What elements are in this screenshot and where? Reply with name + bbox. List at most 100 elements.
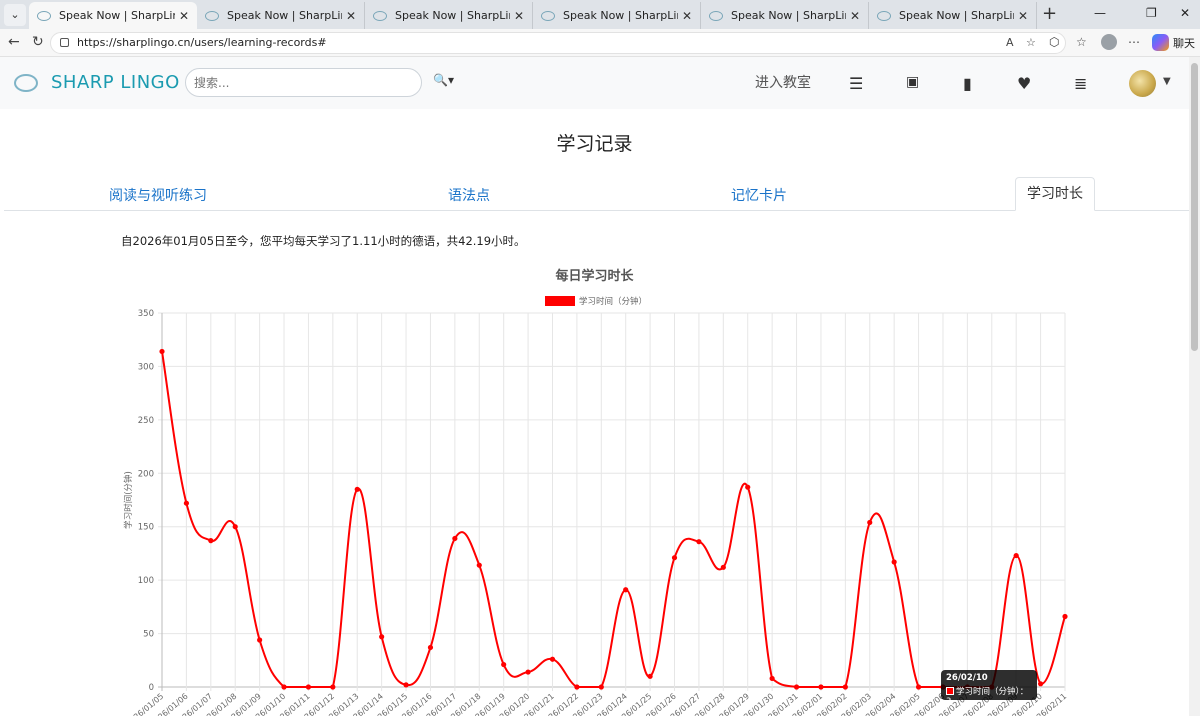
data-point[interactable] xyxy=(427,644,434,651)
search-dropdown-icon[interactable]: 🔍▾ xyxy=(433,73,454,87)
user-menu-caret-icon[interactable]: ▼ xyxy=(1163,76,1171,87)
playlist-icon[interactable]: ☰ xyxy=(849,74,863,93)
tab-actions-menu-icon[interactable]: ⌄ xyxy=(4,4,26,26)
data-point[interactable] xyxy=(525,669,531,675)
browser-tab[interactable]: Speak Now | SharpLingo✕ xyxy=(365,2,533,29)
data-point[interactable] xyxy=(623,587,629,593)
brain-favicon-icon xyxy=(373,10,387,21)
read-aloud-icon[interactable]: A xyxy=(1006,36,1014,49)
data-point[interactable] xyxy=(330,684,336,690)
address-bar[interactable]: https://sharplingo.cn/users/learning-rec… xyxy=(50,32,1066,54)
tab-flashcards[interactable]: 记忆卡片 xyxy=(731,185,787,205)
favorite-star-icon[interactable]: ☆ xyxy=(1026,36,1036,49)
close-tab-icon[interactable]: ✕ xyxy=(1014,9,1032,23)
brain-logo-icon[interactable] xyxy=(14,74,38,92)
minimize-icon[interactable]: — xyxy=(1094,6,1106,20)
data-point[interactable] xyxy=(696,539,702,545)
browser-tab[interactable]: Speak Now | SharpLingo✕ xyxy=(869,2,1037,29)
refresh-icon[interactable]: ↻ xyxy=(32,34,44,50)
brain-favicon-icon xyxy=(541,10,555,21)
data-point[interactable] xyxy=(549,656,556,662)
browser-tab-strip: ⌄ Speak Now | SharpLingo✕Speak Now | Sha… xyxy=(0,0,1200,29)
y-axis-label: 学习时间(分钟) xyxy=(123,471,134,529)
y-tick-label: 50 xyxy=(143,630,154,640)
address-bar-row: ← ↻ https://sharplingo.cn/users/learning… xyxy=(0,29,1200,57)
data-point[interactable] xyxy=(403,682,409,688)
browser-tab[interactable]: Speak Now | SharpLingo✕ xyxy=(197,2,365,29)
close-tab-icon[interactable]: ✕ xyxy=(846,9,864,23)
user-avatar[interactable] xyxy=(1129,70,1156,97)
close-tab-icon[interactable]: ✕ xyxy=(342,9,360,23)
data-point[interactable] xyxy=(671,555,678,561)
data-point[interactable] xyxy=(379,634,385,640)
back-icon[interactable]: ← xyxy=(8,34,20,50)
data-point[interactable] xyxy=(647,673,653,679)
data-point[interactable] xyxy=(1013,552,1019,559)
data-point[interactable] xyxy=(769,675,775,682)
scrollbar-thumb[interactable] xyxy=(1191,63,1198,351)
database-icon[interactable]: ≣ xyxy=(1074,74,1087,93)
restore-icon[interactable]: ❐ xyxy=(1146,6,1157,20)
data-point[interactable] xyxy=(305,684,312,690)
close-tab-icon[interactable]: ✕ xyxy=(678,9,696,23)
data-point[interactable] xyxy=(793,684,800,690)
copilot-icon[interactable] xyxy=(1152,34,1169,51)
new-tab-button[interactable]: + xyxy=(1042,4,1057,24)
url-text[interactable]: https://sharplingo.cn/users/learning-rec… xyxy=(77,36,327,49)
browser-tab[interactable]: Speak Now | SharpLingo✕ xyxy=(533,2,701,29)
data-point[interactable] xyxy=(208,538,214,544)
site-info-icon[interactable] xyxy=(60,38,69,47)
close-tab-icon[interactable]: ✕ xyxy=(510,9,528,23)
y-tick-label: 350 xyxy=(138,309,154,319)
browser-tab-title: Speak Now | SharpLingo xyxy=(731,9,846,22)
brand-name[interactable]: SHARP LINGO xyxy=(51,72,180,93)
close-tab-icon[interactable]: ✕ xyxy=(175,9,193,23)
radio-icon[interactable]: ▣ xyxy=(906,74,919,90)
tab-grammar[interactable]: 语法点 xyxy=(448,185,490,205)
y-tick-label: 150 xyxy=(138,523,154,533)
data-point[interactable] xyxy=(842,684,848,690)
more-options-icon[interactable]: ⋯ xyxy=(1128,35,1140,49)
data-point[interactable] xyxy=(1037,681,1044,687)
data-point[interactable] xyxy=(257,637,263,643)
data-point[interactable] xyxy=(1062,613,1068,620)
tab-reading-listening[interactable]: 阅读与视听练习 xyxy=(109,185,207,205)
tooltip-title: 26/02/10 xyxy=(946,673,988,683)
chat-button[interactable]: 聊天 xyxy=(1173,35,1195,51)
data-point[interactable] xyxy=(159,348,165,355)
data-point[interactable] xyxy=(281,684,287,690)
data-point[interactable] xyxy=(915,684,922,690)
tooltip-swatch xyxy=(946,687,954,695)
search-input[interactable] xyxy=(185,68,422,97)
heart-icon[interactable]: ♥ xyxy=(1017,74,1031,93)
study-time-line xyxy=(161,351,1066,688)
data-point[interactable] xyxy=(183,500,190,506)
data-point[interactable] xyxy=(745,484,751,490)
favorites-icon[interactable]: ☆ xyxy=(1076,35,1087,49)
page-title: 学习记录 xyxy=(556,133,633,155)
data-point[interactable] xyxy=(720,564,726,570)
close-window-icon[interactable]: ✕ xyxy=(1180,6,1190,20)
data-point[interactable] xyxy=(891,559,897,565)
tab-study-time[interactable]: 学习时长 xyxy=(1015,177,1095,211)
data-point[interactable] xyxy=(232,524,238,530)
page-scrollbar[interactable] xyxy=(1189,57,1200,716)
data-point[interactable] xyxy=(354,486,360,492)
brain-favicon-icon xyxy=(205,10,219,21)
book-icon[interactable]: ▮ xyxy=(963,74,972,93)
y-tick-label: 100 xyxy=(138,576,154,586)
extensions-icon[interactable]: ⬡ xyxy=(1049,35,1059,49)
browser-tab[interactable]: Speak Now | SharpLingo✕ xyxy=(29,2,197,29)
data-point[interactable] xyxy=(574,684,580,690)
brain-favicon-icon xyxy=(709,10,723,21)
data-point[interactable] xyxy=(501,661,507,668)
browser-profile-avatar[interactable] xyxy=(1101,34,1117,50)
browser-tab[interactable]: Speak Now | SharpLingo✕ xyxy=(701,2,869,29)
data-point[interactable] xyxy=(818,684,824,690)
enter-classroom-link[interactable]: 进入教室 xyxy=(755,72,811,92)
data-point[interactable] xyxy=(452,535,458,542)
data-point[interactable] xyxy=(476,562,482,568)
data-point[interactable] xyxy=(867,519,873,526)
data-point[interactable] xyxy=(598,684,604,690)
browser-tab-title: Speak Now | SharpLingo xyxy=(227,9,342,22)
